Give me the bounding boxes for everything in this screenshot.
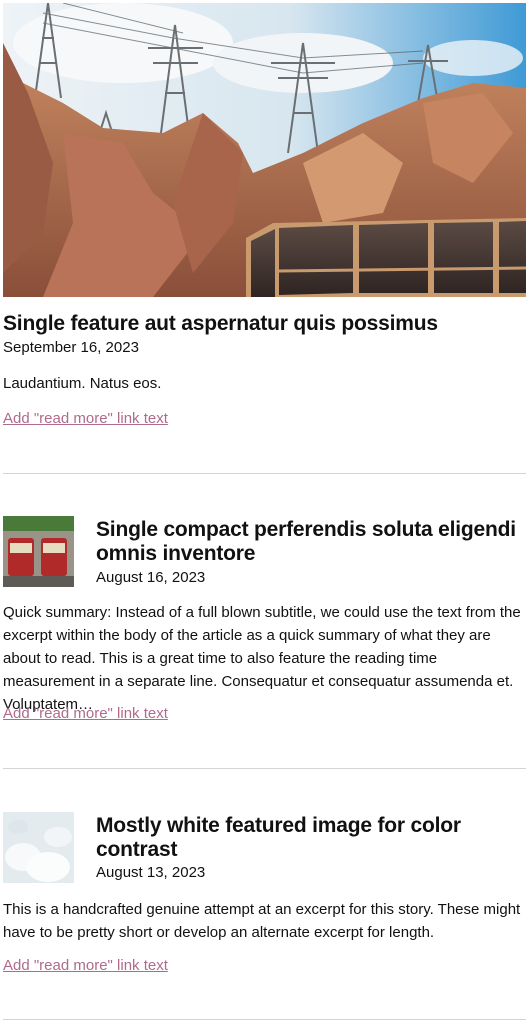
post-title[interactable]: Mostly white featured image for color co…: [96, 814, 516, 862]
post-title[interactable]: Single compact perferendis soluta eligen…: [96, 518, 516, 566]
post-excerpt: This is a handcrafted genuine attempt at…: [3, 901, 521, 941]
featured-image-power-lines-canyon[interactable]: [3, 3, 526, 297]
post-divider: [3, 768, 526, 769]
post-title[interactable]: Single feature aut aspernatur quis possi…: [3, 312, 523, 336]
post-excerpt: Laudantium. Natus eos.: [3, 375, 162, 392]
post-date: August 13, 2023: [96, 864, 206, 881]
post-divider: [3, 1019, 526, 1020]
post-date: August 16, 2023: [96, 569, 206, 586]
post-date: September 16, 2023: [3, 339, 139, 356]
read-more-link[interactable]: Add "read more" link text: [3, 705, 168, 723]
read-more-link[interactable]: Add "read more" link text: [3, 410, 168, 428]
post-thumbnail-white-clouds[interactable]: [3, 812, 74, 883]
post-divider: [3, 473, 526, 474]
post-thumbnail-streetcars[interactable]: [3, 516, 74, 587]
post-excerpt: Quick summary: Instead of a full blown s…: [3, 604, 521, 713]
read-more-link[interactable]: Add "read more" link text: [3, 957, 168, 975]
